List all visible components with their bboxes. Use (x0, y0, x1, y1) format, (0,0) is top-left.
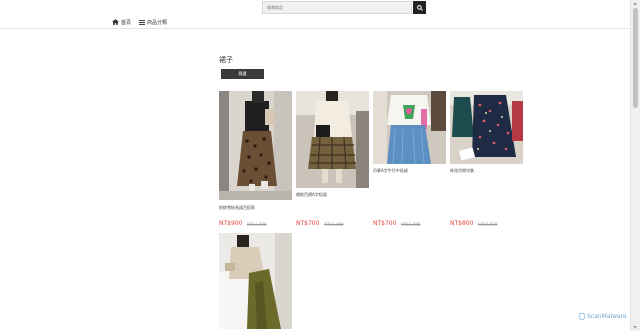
product-card[interactable]: 丹寧A字牛仔中長裙 NT$700 NT$1,400 (373, 91, 446, 231)
product-original-price: NT$1,800 (247, 222, 267, 227)
scroll-down-arrow-icon[interactable] (633, 326, 637, 329)
scrollbar[interactable] (630, 0, 640, 331)
product-image[interactable] (373, 91, 446, 164)
filter-button[interactable]: 篩選 (221, 69, 264, 79)
product-name[interactable]: 碎花吊帶洋裝 (450, 168, 474, 174)
product-card[interactable]: 格紋百褶A字短裙 NT$700 NT$1,400 (296, 91, 369, 231)
product-original-price: NT$1,400 (401, 222, 421, 227)
header-divider (0, 28, 631, 29)
watermark: ScanMalware (579, 313, 627, 320)
search-button[interactable] (413, 1, 426, 14)
search-input[interactable] (262, 1, 412, 14)
product-original-price: NT$1,400 (324, 222, 344, 227)
search-icon (416, 4, 423, 11)
nav-item-home[interactable]: 首頁 (112, 19, 131, 26)
home-icon (112, 19, 119, 25)
product-price: NT$800 (450, 220, 474, 227)
watermark-text: ScanMalware (587, 313, 627, 320)
product-card[interactable]: 豹紋雪紡長裙百搭款 NT$900 NT$1,800 (219, 91, 292, 231)
product-card[interactable] (219, 233, 292, 331)
product-price: NT$700 (373, 220, 397, 227)
product-image[interactable] (219, 91, 292, 200)
product-price: NT$700 (296, 220, 320, 227)
main-nav: 首頁 商品分類 (112, 18, 175, 26)
product-original-price: NT$1,600 (478, 222, 498, 227)
product-card[interactable]: 碎花吊帶洋裝 NT$800 NT$1,600 (450, 91, 523, 231)
product-image[interactable] (219, 233, 292, 329)
menu-icon (139, 19, 146, 25)
scroll-up-arrow-icon[interactable] (633, 2, 637, 5)
search-bar (262, 1, 426, 14)
nav-item-label: 商品分類 (147, 19, 168, 26)
product-image[interactable] (296, 91, 369, 188)
page-title: 裙子 (219, 56, 233, 64)
shield-icon (579, 313, 585, 320)
product-name[interactable]: 格紋百褶A字短裙 (296, 192, 327, 198)
scroll-thumb[interactable] (633, 8, 638, 108)
product-price: NT$900 (219, 220, 243, 227)
nav-item-label: 首頁 (121, 19, 132, 26)
product-name[interactable]: 豹紋雪紡長裙百搭款 (219, 205, 255, 211)
product-image[interactable] (450, 91, 523, 164)
product-name[interactable]: 丹寧A字牛仔中長裙 (373, 168, 408, 174)
nav-item-categories[interactable]: 商品分類 (139, 19, 167, 26)
